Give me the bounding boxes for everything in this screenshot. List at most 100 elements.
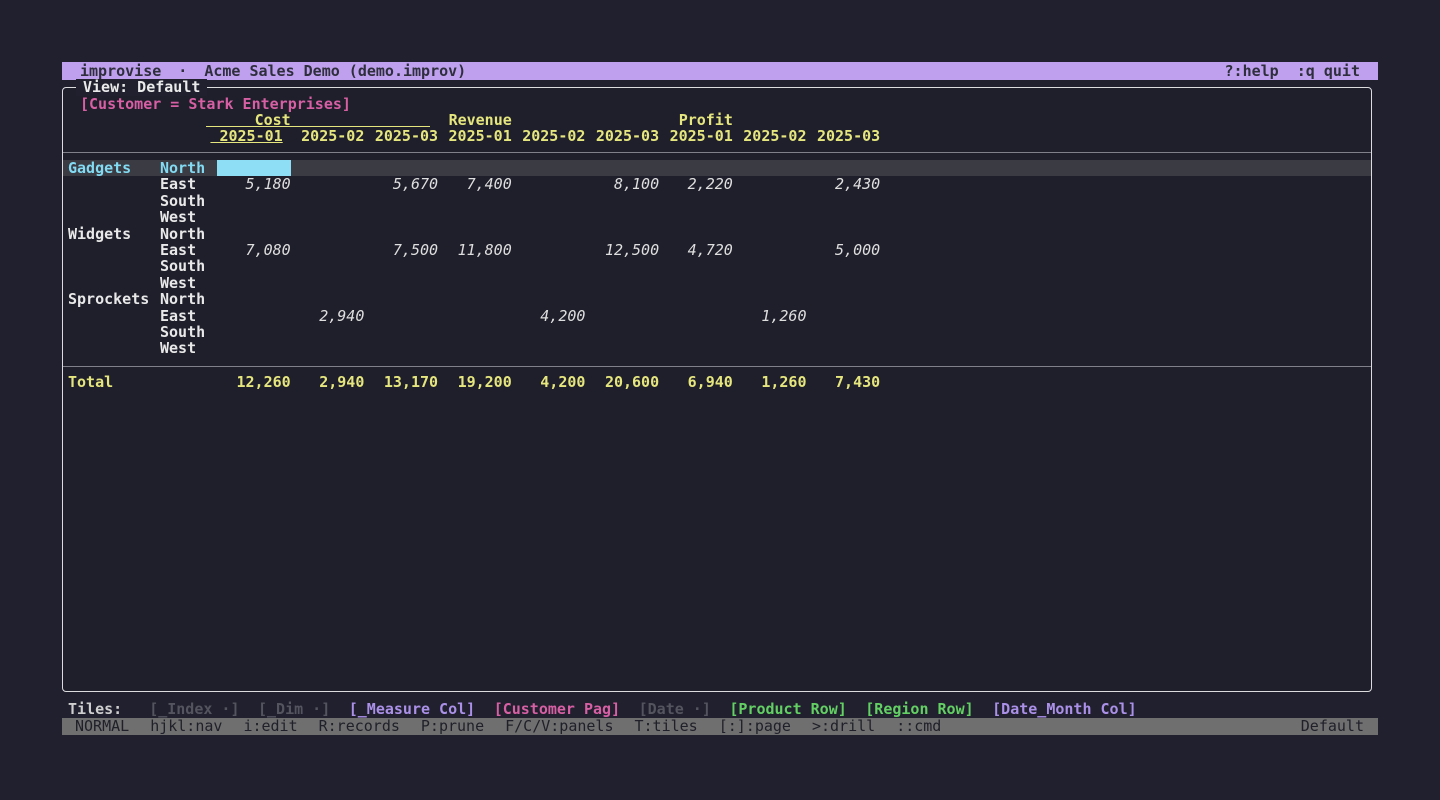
tile-date-month-col[interactable]: [Date_Month Col] <box>992 700 1137 718</box>
pivot-cell[interactable] <box>217 324 291 340</box>
pivot-cell[interactable] <box>291 209 365 225</box>
region-label[interactable]: South <box>160 193 217 209</box>
pivot-cell[interactable] <box>291 193 365 209</box>
pivot-cell[interactable] <box>438 340 512 356</box>
pivot-cell[interactable] <box>659 226 733 242</box>
pivot-cell[interactable] <box>512 209 586 225</box>
pivot-cell[interactable]: 2,430 <box>807 176 881 192</box>
product-label[interactable]: Gadgets <box>63 160 160 176</box>
pivot-cell[interactable] <box>438 308 512 324</box>
pivot-cell[interactable] <box>659 308 733 324</box>
pivot-cell[interactable] <box>217 340 291 356</box>
month-header[interactable]: 2025-01 <box>217 128 291 144</box>
pivot-cell[interactable] <box>438 258 512 274</box>
region-label[interactable]: South <box>160 324 217 340</box>
pivot-cell[interactable] <box>585 308 659 324</box>
pivot-cell[interactable] <box>585 258 659 274</box>
pivot-cell[interactable] <box>733 340 807 356</box>
pivot-cell[interactable]: 11,800 <box>438 242 512 258</box>
pivot-cell[interactable] <box>733 275 807 291</box>
pivot-cell[interactable] <box>733 160 807 176</box>
tile-measure-col[interactable]: [_Measure Col] <box>349 700 475 718</box>
pivot-cell[interactable] <box>217 291 291 307</box>
pivot-cell[interactable] <box>364 275 438 291</box>
pivot-cell[interactable] <box>585 193 659 209</box>
region-label[interactable]: North <box>160 226 217 242</box>
pivot-cell[interactable] <box>512 291 586 307</box>
pivot-cell[interactable] <box>438 324 512 340</box>
pivot-cell[interactable] <box>291 176 365 192</box>
pivot-cell[interactable]: 1,260 <box>733 308 807 324</box>
pivot-cell[interactable] <box>512 226 586 242</box>
month-header[interactable]: 2025-02 <box>733 128 807 144</box>
pivot-cell[interactable] <box>364 340 438 356</box>
pivot-cell[interactable] <box>807 308 881 324</box>
pivot-cell[interactable] <box>364 308 438 324</box>
pivot-cell[interactable] <box>364 193 438 209</box>
pivot-cell[interactable] <box>659 275 733 291</box>
pivot-cell[interactable]: 4,200 <box>512 308 586 324</box>
pivot-cell[interactable] <box>733 258 807 274</box>
pivot-cell[interactable] <box>217 258 291 274</box>
month-header[interactable]: 2025-01 <box>659 128 733 144</box>
pivot-cell[interactable] <box>512 160 586 176</box>
pivot-cell[interactable]: 7,500 <box>364 242 438 258</box>
month-header[interactable]: 2025-02 <box>512 128 586 144</box>
pivot-cell[interactable]: 8,100 <box>585 176 659 192</box>
tile-product-row[interactable]: [Product Row] <box>729 700 846 718</box>
pivot-cell[interactable] <box>217 226 291 242</box>
pivot-cell[interactable] <box>807 209 881 225</box>
pivot-cell[interactable] <box>733 193 807 209</box>
pivot-cell[interactable] <box>291 160 365 176</box>
product-label[interactable]: Sprockets <box>63 291 160 307</box>
pivot-cell[interactable] <box>659 193 733 209</box>
pivot-cell[interactable] <box>659 160 733 176</box>
pivot-cell[interactable] <box>733 176 807 192</box>
pivot-cell[interactable] <box>364 226 438 242</box>
month-header[interactable]: 2025-03 <box>364 128 438 144</box>
pivot-cell[interactable] <box>659 340 733 356</box>
pivot-cell[interactable] <box>659 291 733 307</box>
pivot-cell[interactable] <box>807 226 881 242</box>
pivot-cell[interactable] <box>585 324 659 340</box>
pivot-cell[interactable] <box>512 275 586 291</box>
pivot-cell[interactable] <box>438 291 512 307</box>
pivot-cell[interactable] <box>733 242 807 258</box>
pivot-cell[interactable]: 2,940 <box>291 308 365 324</box>
tile-customer-pag[interactable]: [Customer Pag] <box>494 700 620 718</box>
product-label[interactable]: Widgets <box>63 226 160 242</box>
pivot-cell[interactable] <box>364 258 438 274</box>
pivot-cell[interactable] <box>585 160 659 176</box>
pivot-cell[interactable] <box>364 209 438 225</box>
pivot-cell[interactable] <box>291 226 365 242</box>
tile-region-row[interactable]: [Region Row] <box>865 700 973 718</box>
month-header[interactable]: 2025-01 <box>438 128 512 144</box>
tile-index[interactable]: [_Index ·] <box>149 700 239 718</box>
pivot-cell[interactable]: 12,500 <box>585 242 659 258</box>
pivot-cell[interactable] <box>438 209 512 225</box>
pivot-cell[interactable] <box>364 291 438 307</box>
measure-header-profit[interactable]: Profit <box>659 112 880 128</box>
month-header[interactable]: 2025-02 <box>291 128 365 144</box>
pivot-cell[interactable] <box>585 275 659 291</box>
region-label[interactable]: South <box>160 258 217 274</box>
pivot-cell[interactable] <box>585 226 659 242</box>
pivot-cell[interactable] <box>217 275 291 291</box>
region-label[interactable]: West <box>160 340 217 356</box>
region-label[interactable]: East <box>160 242 217 258</box>
pivot-cell[interactable] <box>438 193 512 209</box>
pivot-cell[interactable] <box>291 291 365 307</box>
region-label[interactable]: East <box>160 176 217 192</box>
pivot-cell[interactable]: 7,080 <box>217 242 291 258</box>
pivot-cell[interactable] <box>512 324 586 340</box>
pivot-cell[interactable]: 5,180 <box>217 176 291 192</box>
pivot-cell[interactable] <box>217 308 291 324</box>
pivot-cell[interactable] <box>585 209 659 225</box>
measure-header-revenue[interactable]: Revenue <box>438 112 659 128</box>
pivot-cell[interactable] <box>512 258 586 274</box>
pivot-cell[interactable] <box>438 226 512 242</box>
pivot-cell[interactable] <box>807 160 881 176</box>
pivot-cell[interactable] <box>291 275 365 291</box>
tile-date[interactable]: [Date ·] <box>639 700 711 718</box>
pivot-cell[interactable] <box>807 193 881 209</box>
